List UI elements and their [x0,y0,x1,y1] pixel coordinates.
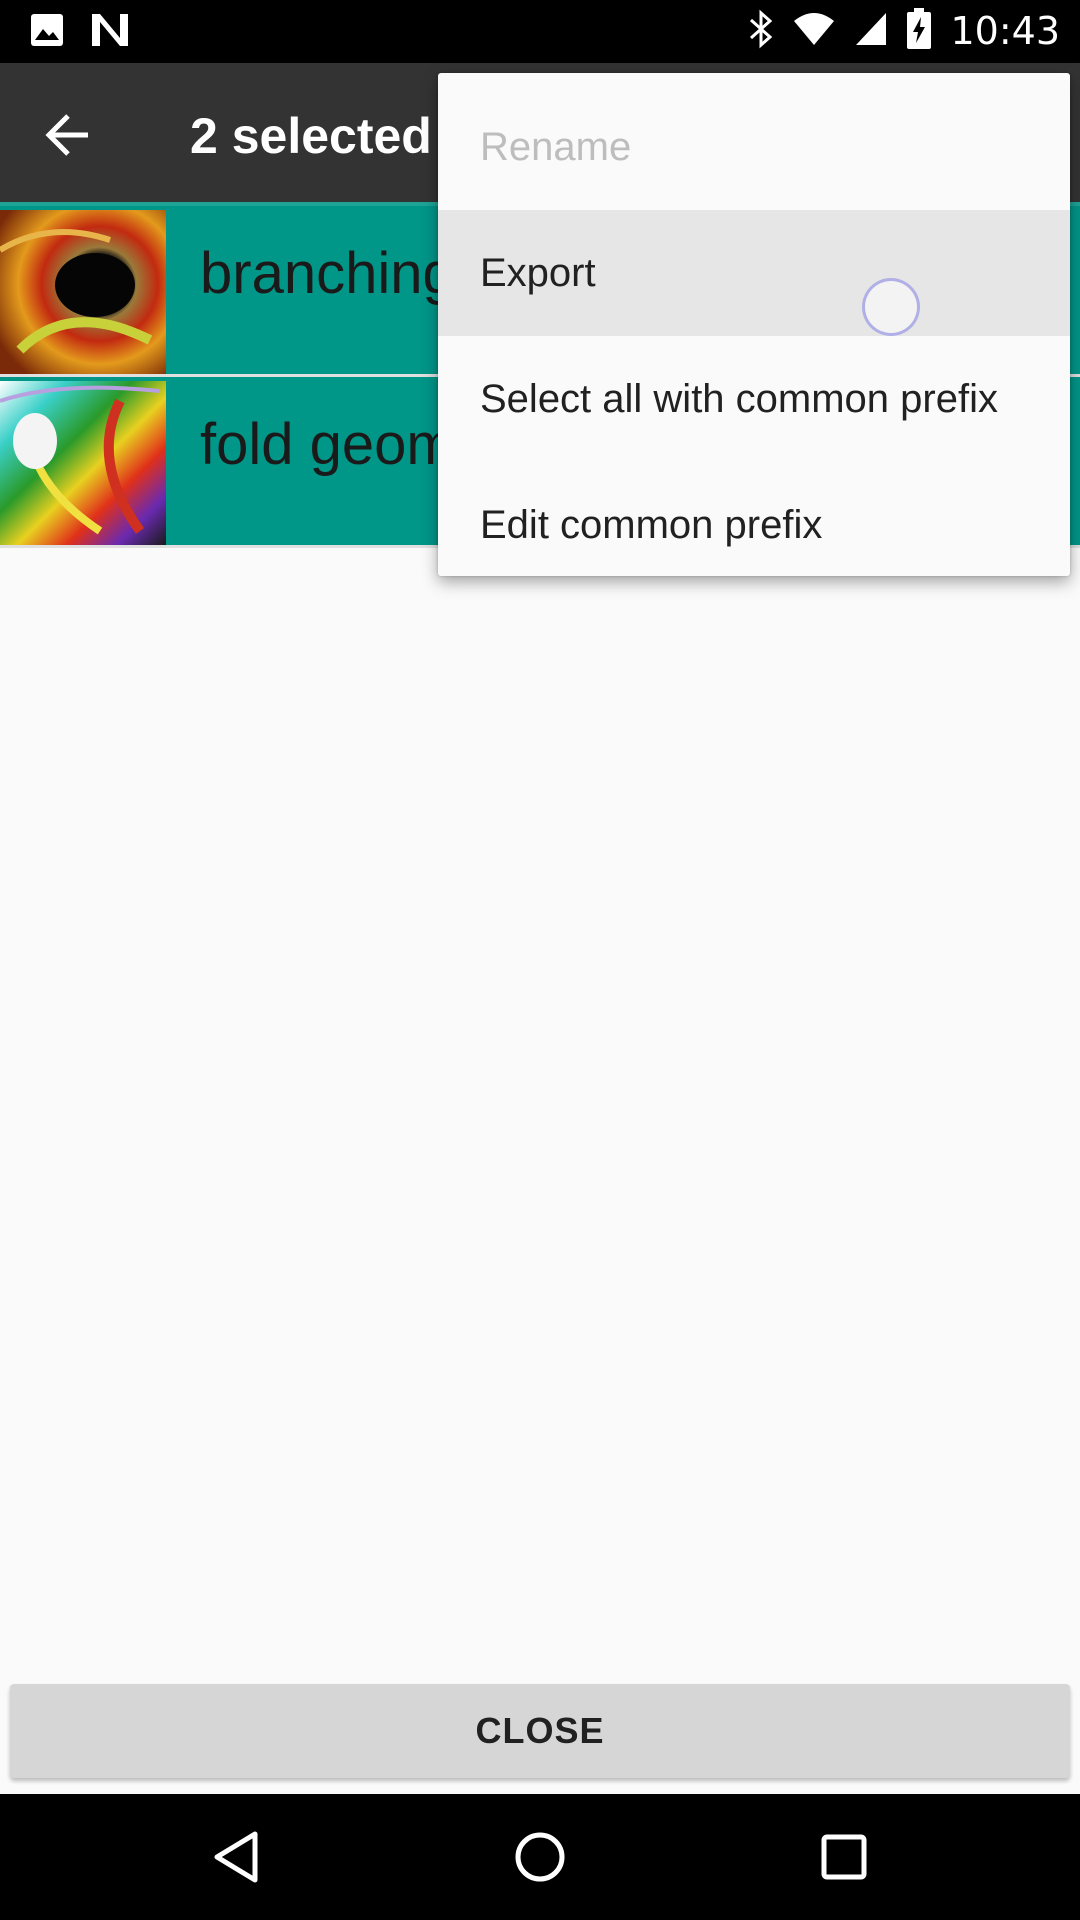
back-triangle-icon [214,1831,258,1883]
home-circle-icon [515,1832,565,1882]
image-icon [30,13,64,52]
menu-item-edit-common-prefix[interactable]: Edit common prefix [438,462,1070,576]
signal-icon [854,11,888,52]
menu-item-rename[interactable]: Rename [438,84,1070,210]
wifi-icon [792,11,836,52]
back-button[interactable] [36,103,100,167]
status-time: 10:43 [950,9,1060,53]
status-bar: 10:43 [0,0,1080,63]
bluetooth-icon [748,9,774,54]
nav-home-button[interactable] [508,1825,572,1889]
nav-recents-button[interactable] [812,1825,876,1889]
nav-back-button[interactable] [204,1825,268,1889]
menu-item-export[interactable]: Export [438,210,1070,336]
list-item-label: fold geom [200,412,455,477]
list-item-label: branching [200,241,455,306]
navigation-bar [0,1794,1080,1920]
close-button[interactable]: CLOSE [10,1684,1070,1778]
recents-square-icon [821,1834,867,1880]
fractal-thumbnail-2 [0,381,166,545]
n-notification-icon [90,12,130,53]
selection-count-title: 2 selected [190,108,432,164]
touch-ripple [862,278,920,336]
arrow-back-icon [45,114,88,156]
fractal-thumbnail-1 [0,210,166,374]
menu-item-select-all-common-prefix[interactable]: Select all with common prefix [438,336,1070,462]
overflow-menu: Rename Export Select all with common pre… [438,73,1070,576]
battery-charging-icon [906,7,932,55]
